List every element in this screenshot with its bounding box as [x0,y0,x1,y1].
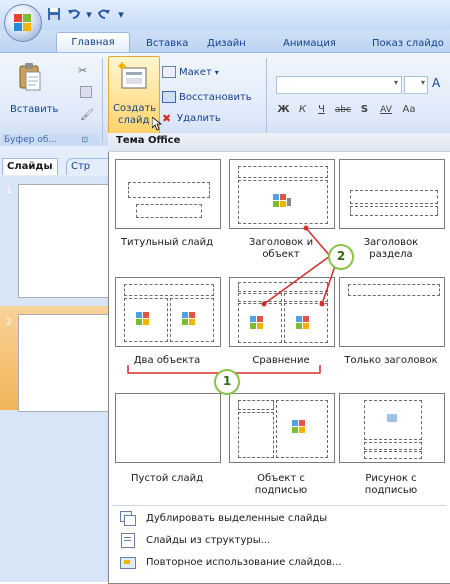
reset-icon [162,91,176,103]
layout-button[interactable]: Макет ▾ [162,66,219,78]
new-slide-label-2: слайд [118,115,150,126]
font-size-combo[interactable]: ▾ [404,76,428,94]
format-toolbar: Ж К Ч abc S AV Aa [276,104,418,115]
quick-access-toolbar: ▾ ▾ [46,4,126,24]
layout-card-picture-caption[interactable] [339,393,445,463]
reset-label: Восстановить [179,91,252,103]
undo-icon[interactable] [66,6,82,22]
layout-label: Объект с [257,473,305,484]
content-placeholder-icon [292,420,310,434]
tab-home[interactable]: Главная [56,32,130,53]
menu-slides-from-outline[interactable]: Слайды из структуры... [112,530,446,550]
reuse-slides-icon [120,555,136,569]
strikethrough-button[interactable]: abc [333,105,353,115]
callout-badge-2: 2 [328,244,354,270]
save-icon[interactable] [46,6,62,22]
cut-icon[interactable]: ✂ [78,64,90,77]
tab-insert[interactable]: Вставка [146,36,188,52]
group-divider [102,58,103,142]
menu-separator [112,505,446,506]
callout-dot [303,225,309,231]
layout-label: Пустой слайд [131,473,203,484]
office-button[interactable] [4,4,42,42]
redo-icon[interactable] [96,6,112,22]
layout-card-content-caption[interactable] [229,393,335,463]
callout-pointer [321,262,337,305]
menu-item-label: Дублировать выделенные слайды [146,512,328,524]
slide-number: 2 [6,318,12,328]
new-slide-label-1: Создать [113,103,157,114]
undo-dropdown-icon[interactable]: ▾ [86,6,92,22]
callout-dot [319,301,325,307]
layout-icon [162,66,176,78]
char-spacing-button[interactable]: AV [376,105,396,115]
callout-badge-1: 1 [214,369,240,395]
layout-label: Макет [179,66,212,78]
menu-item-label: Слайды из структуры... [146,534,271,546]
shadow-button[interactable]: S [357,104,372,115]
clipboard-group-label: Буфер об... ⊡ [2,134,98,146]
callout-pointer [305,227,331,257]
italic-button[interactable]: К [295,104,310,115]
slide-number: 1 [6,186,12,196]
bold-button[interactable]: Ж [276,104,291,115]
new-slide-caret-icon [151,116,163,131]
menu-reuse-slides[interactable]: Повторное использование слайдов... [112,552,446,572]
dialog-launcher-icon[interactable]: ⊡ [81,134,88,146]
customize-icon[interactable]: ▾ [116,6,126,22]
tab-slides[interactable]: Слайды [2,158,58,175]
layout-label: Рисунок с [365,473,417,484]
new-slide-icon [118,62,148,90]
layout-caret-icon: ▾ [214,67,219,77]
font-name-combo[interactable]: ▾ [276,76,402,94]
delete-button[interactable]: ✖ Удалить [162,111,221,125]
paste-button[interactable]: Вставить [10,104,58,115]
menu-item-label: Повторное использование слайдов... [146,556,342,568]
font-caret-icon[interactable]: ▾ [394,78,398,87]
layout-label: подписью [254,485,308,496]
slide-thumbnail[interactable] [18,314,110,412]
slide-thumbnail[interactable] [18,184,110,298]
tab-animation[interactable]: Анимация [283,36,336,52]
office-logo-icon [14,14,32,32]
group-divider [266,58,267,142]
change-case-button[interactable]: Aa [400,104,418,115]
callout-annotations [127,225,337,374]
underline-button[interactable]: Ч [314,104,329,115]
duplicate-slides-icon [120,511,136,526]
grow-font-button[interactable]: A [432,76,440,90]
clipboard-group-text: Буфер об... [4,135,57,145]
layout-label: подписью [364,485,418,496]
picture-placeholder-icon [387,414,397,422]
layout-card-blank[interactable] [115,393,221,463]
slides-from-outline-icon [120,533,136,548]
copy-icon[interactable] [80,86,92,98]
font-size-caret-icon[interactable]: ▾ [421,78,425,87]
reset-button[interactable]: Восстановить [162,91,252,103]
tab-design[interactable]: Дизайн [207,36,246,52]
callout-pointer [263,255,331,305]
tab-slideshow[interactable]: Показ слайдо [372,36,444,52]
delete-icon: ✖ [162,111,172,125]
format-painter-icon[interactable]: 🖌 [80,108,94,121]
delete-label: Удалить [177,113,221,124]
callout-dot [261,301,267,307]
menu-duplicate-slides[interactable]: Дублировать выделенные слайды [112,508,446,528]
paste-icon[interactable] [18,62,42,92]
